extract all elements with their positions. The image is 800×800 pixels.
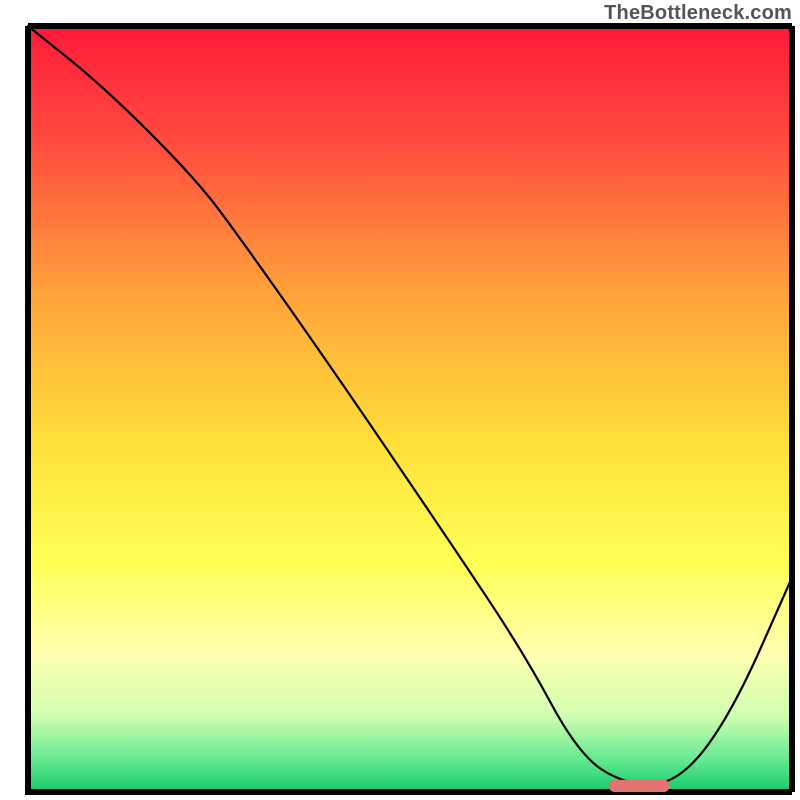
plot-background: [28, 26, 792, 792]
marker-optimal-range: [609, 780, 670, 792]
chart-svg: [0, 0, 800, 800]
watermark-label: TheBottleneck.com: [604, 2, 792, 25]
bottleneck-chart: [0, 0, 800, 800]
